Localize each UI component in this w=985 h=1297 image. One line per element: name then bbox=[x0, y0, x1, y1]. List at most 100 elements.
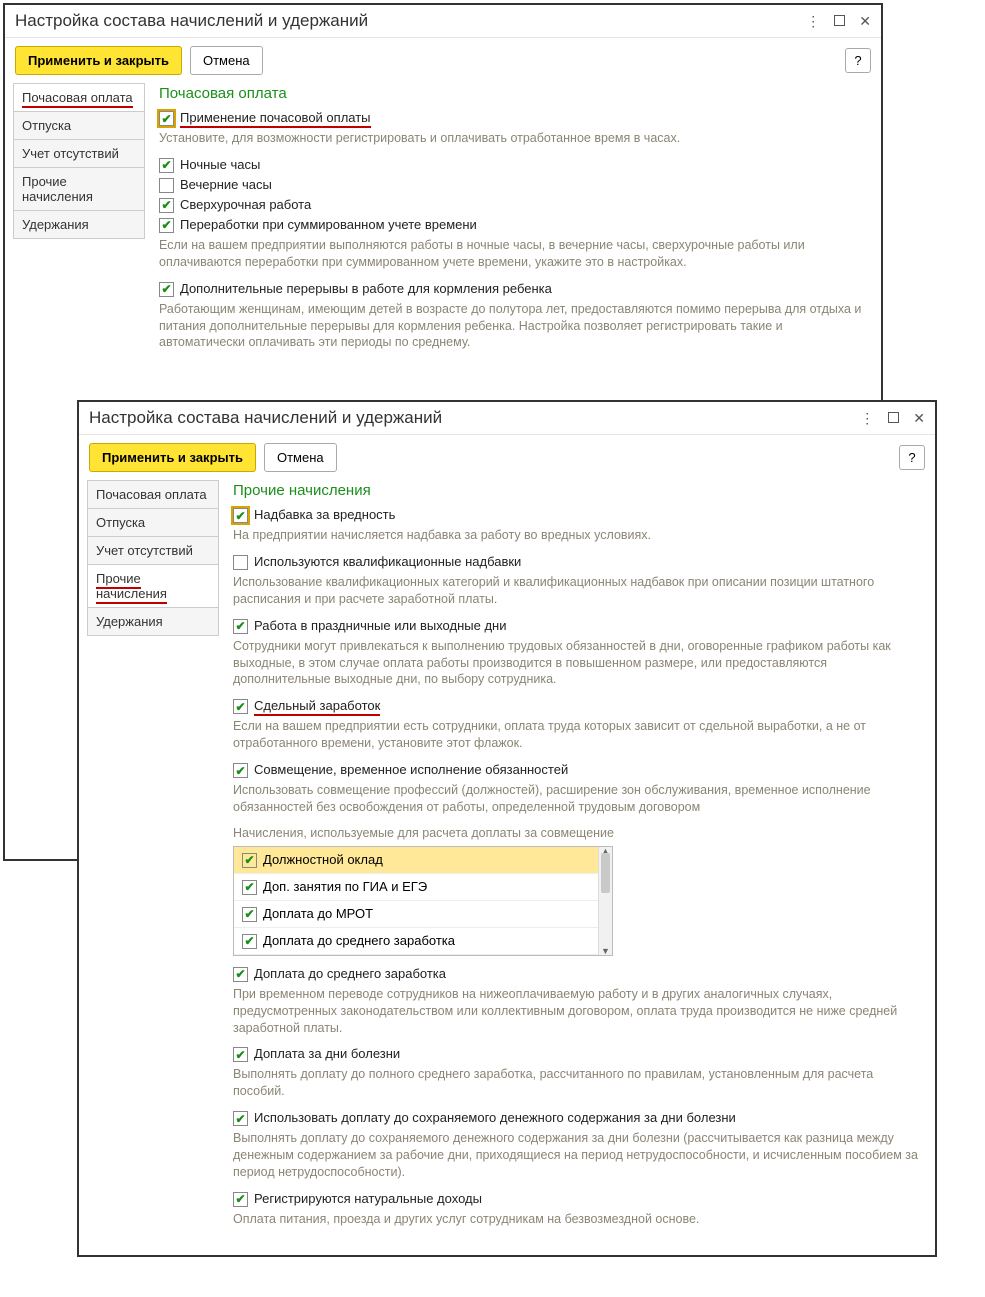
section-title: Прочие начисления bbox=[233, 482, 919, 499]
checkbox-breaks[interactable] bbox=[159, 282, 174, 297]
kebab-icon[interactable]: ⋮ bbox=[860, 410, 874, 427]
list-item[interactable]: Доплата до среднего заработка bbox=[234, 928, 612, 955]
toolbar: Применить и закрыть Отмена ? bbox=[5, 38, 881, 83]
checkbox-row-hourly: Применение почасовой оплаты bbox=[159, 110, 865, 126]
sidebar-tabs: Почасовая оплата Отпуска Учет отсутствий… bbox=[13, 83, 145, 239]
checkbox-combine-label: Совмещение, временное исполнение обязанн… bbox=[254, 762, 568, 777]
checkbox-combine[interactable] bbox=[233, 763, 248, 778]
checkbox-row-nat: Регистрируются натуральные доходы bbox=[233, 1191, 919, 1207]
checkbox-qual[interactable] bbox=[233, 555, 248, 570]
desc-save: Выполнять доплату до сохраняемого денежн… bbox=[233, 1130, 919, 1181]
desc-nat: Оплата питания, проезда и других услуг с… bbox=[233, 1211, 919, 1228]
checkbox-nat-label: Регистрируются натуральные доходы bbox=[254, 1191, 482, 1206]
checkbox-save[interactable] bbox=[233, 1111, 248, 1126]
kebab-icon[interactable]: ⋮ bbox=[806, 13, 820, 30]
tab-other-label: Прочие начисления bbox=[96, 571, 167, 604]
tab-hourly-label: Почасовая оплата bbox=[22, 90, 133, 108]
checkbox-qual-label: Используются квалификационные надбавки bbox=[254, 554, 521, 569]
cancel-button[interactable]: Отмена bbox=[264, 443, 337, 472]
checkbox-row-evening: Вечерние часы bbox=[159, 177, 865, 193]
list-item[interactable]: Должностной оклад bbox=[234, 847, 612, 874]
desc-piece: Если на вашем предприятии есть сотрудник… bbox=[233, 718, 919, 752]
list-header: Начисления, используемые для расчета доп… bbox=[233, 826, 919, 840]
checkbox-row-breaks: Дополнительные перерывы в работе для кор… bbox=[159, 281, 865, 297]
list-checkbox[interactable] bbox=[242, 907, 257, 922]
checkbox-avg[interactable] bbox=[233, 967, 248, 982]
checkbox-nat[interactable] bbox=[233, 1192, 248, 1207]
list-item[interactable]: Доплата до МРОТ bbox=[234, 901, 612, 928]
checkbox-row-holiday: Работа в праздничные или выходные дни bbox=[233, 618, 919, 634]
list-checkbox[interactable] bbox=[242, 934, 257, 949]
desc-harm: На предприятии начисляется надбавка за р… bbox=[233, 527, 919, 544]
content-pane: Прочие начисления Надбавка за вредность … bbox=[219, 480, 927, 1238]
maximize-icon[interactable] bbox=[888, 410, 899, 426]
cancel-button[interactable]: Отмена bbox=[190, 46, 263, 75]
scroll-down-icon[interactable]: ▼ bbox=[599, 946, 612, 956]
desc-sick: Выполнять доплату до полного среднего за… bbox=[233, 1066, 919, 1100]
help-button[interactable]: ? bbox=[845, 48, 871, 73]
checkbox-sum[interactable] bbox=[159, 218, 174, 233]
window-controls: ⋮ ✕ bbox=[806, 13, 871, 30]
checkbox-sick-label: Доплата за дни болезни bbox=[254, 1046, 400, 1061]
tab-deductions[interactable]: Удержания bbox=[88, 608, 218, 635]
section-title: Почасовая оплата bbox=[159, 85, 865, 102]
tab-other[interactable]: Прочие начисления bbox=[14, 168, 144, 211]
checkbox-row-sum: Переработки при суммированном учете врем… bbox=[159, 217, 865, 233]
tab-other[interactable]: Прочие начисления bbox=[88, 565, 218, 608]
checkbox-row-save: Использовать доплату до сохраняемого ден… bbox=[233, 1110, 919, 1126]
checkbox-overtime[interactable] bbox=[159, 198, 174, 213]
checkbox-piece[interactable] bbox=[233, 699, 248, 714]
desc-combine: Использовать совмещение профессий (должн… bbox=[233, 782, 919, 816]
checkbox-row-combine: Совмещение, временное исполнение обязанн… bbox=[233, 762, 919, 778]
checkbox-save-label: Использовать доплату до сохраняемого ден… bbox=[254, 1110, 736, 1125]
list-item-label: Доплата до среднего заработка bbox=[263, 933, 455, 948]
checkbox-hourly-label: Применение почасовой оплаты bbox=[180, 110, 371, 125]
tab-absence[interactable]: Учет отсутствий bbox=[88, 537, 218, 565]
maximize-icon[interactable] bbox=[834, 13, 845, 29]
desc-qual: Использование квалификационных категорий… bbox=[233, 574, 919, 608]
tab-deductions[interactable]: Удержания bbox=[14, 211, 144, 238]
toolbar: Применить и закрыть Отмена ? bbox=[79, 435, 935, 480]
desc-avg: При временном переводе сотрудников на ни… bbox=[233, 986, 919, 1037]
checkbox-row-qual: Используются квалификационные надбавки bbox=[233, 554, 919, 570]
settings-window-2: Настройка состава начислений и удержаний… bbox=[77, 400, 937, 1257]
checkbox-evening[interactable] bbox=[159, 178, 174, 193]
tab-hourly[interactable]: Почасовая оплата bbox=[88, 481, 218, 509]
list-item[interactable]: Доп. занятия по ГИА и ЕГЭ bbox=[234, 874, 612, 901]
desc-sum: Если на вашем предприятии выполняются ра… bbox=[159, 237, 865, 271]
checkbox-piece-label: Сдельный заработок bbox=[254, 698, 380, 713]
window-title: Настройка состава начислений и удержаний bbox=[89, 408, 442, 428]
close-icon[interactable]: ✕ bbox=[913, 410, 925, 427]
list-item-label: Доп. занятия по ГИА и ЕГЭ bbox=[263, 879, 427, 894]
scrollbar[interactable]: ▲ ▼ bbox=[598, 847, 612, 955]
desc-breaks: Работающим женщинам, имеющим детей в воз… bbox=[159, 301, 865, 352]
tab-vacations[interactable]: Отпуска bbox=[14, 112, 144, 140]
close-icon[interactable]: ✕ bbox=[859, 13, 871, 30]
list-checkbox[interactable] bbox=[242, 880, 257, 895]
titlebar: Настройка состава начислений и удержаний… bbox=[79, 402, 935, 435]
checkbox-row-avg: Доплата до среднего заработка bbox=[233, 966, 919, 982]
checkbox-hourly[interactable] bbox=[159, 111, 174, 126]
checkbox-night-label: Ночные часы bbox=[180, 157, 260, 172]
help-button[interactable]: ? bbox=[899, 445, 925, 470]
combine-listbox[interactable]: Должностной оклад Доп. занятия по ГИА и … bbox=[233, 846, 613, 956]
checkbox-night[interactable] bbox=[159, 158, 174, 173]
checkbox-overtime-label: Сверхурочная работа bbox=[180, 197, 311, 212]
apply-close-button[interactable]: Применить и закрыть bbox=[89, 443, 256, 472]
checkbox-breaks-label: Дополнительные перерывы в работе для кор… bbox=[180, 281, 552, 296]
tab-absence[interactable]: Учет отсутствий bbox=[14, 140, 144, 168]
checkbox-harm-label: Надбавка за вредность bbox=[254, 507, 395, 522]
checkbox-row-harm: Надбавка за вредность bbox=[233, 507, 919, 523]
checkbox-harm[interactable] bbox=[233, 508, 248, 523]
desc-holiday: Сотрудники могут привлекаться к выполнен… bbox=[233, 638, 919, 689]
apply-close-button[interactable]: Применить и закрыть bbox=[15, 46, 182, 75]
checkbox-holiday[interactable] bbox=[233, 619, 248, 634]
tab-hourly[interactable]: Почасовая оплата bbox=[14, 84, 144, 112]
checkbox-holiday-label: Работа в праздничные или выходные дни bbox=[254, 618, 506, 633]
list-checkbox[interactable] bbox=[242, 853, 257, 868]
checkbox-sum-label: Переработки при суммированном учете врем… bbox=[180, 217, 477, 232]
checkbox-row-overtime: Сверхурочная работа bbox=[159, 197, 865, 213]
checkbox-sick[interactable] bbox=[233, 1047, 248, 1062]
scroll-thumb[interactable] bbox=[601, 853, 610, 893]
tab-vacations[interactable]: Отпуска bbox=[88, 509, 218, 537]
